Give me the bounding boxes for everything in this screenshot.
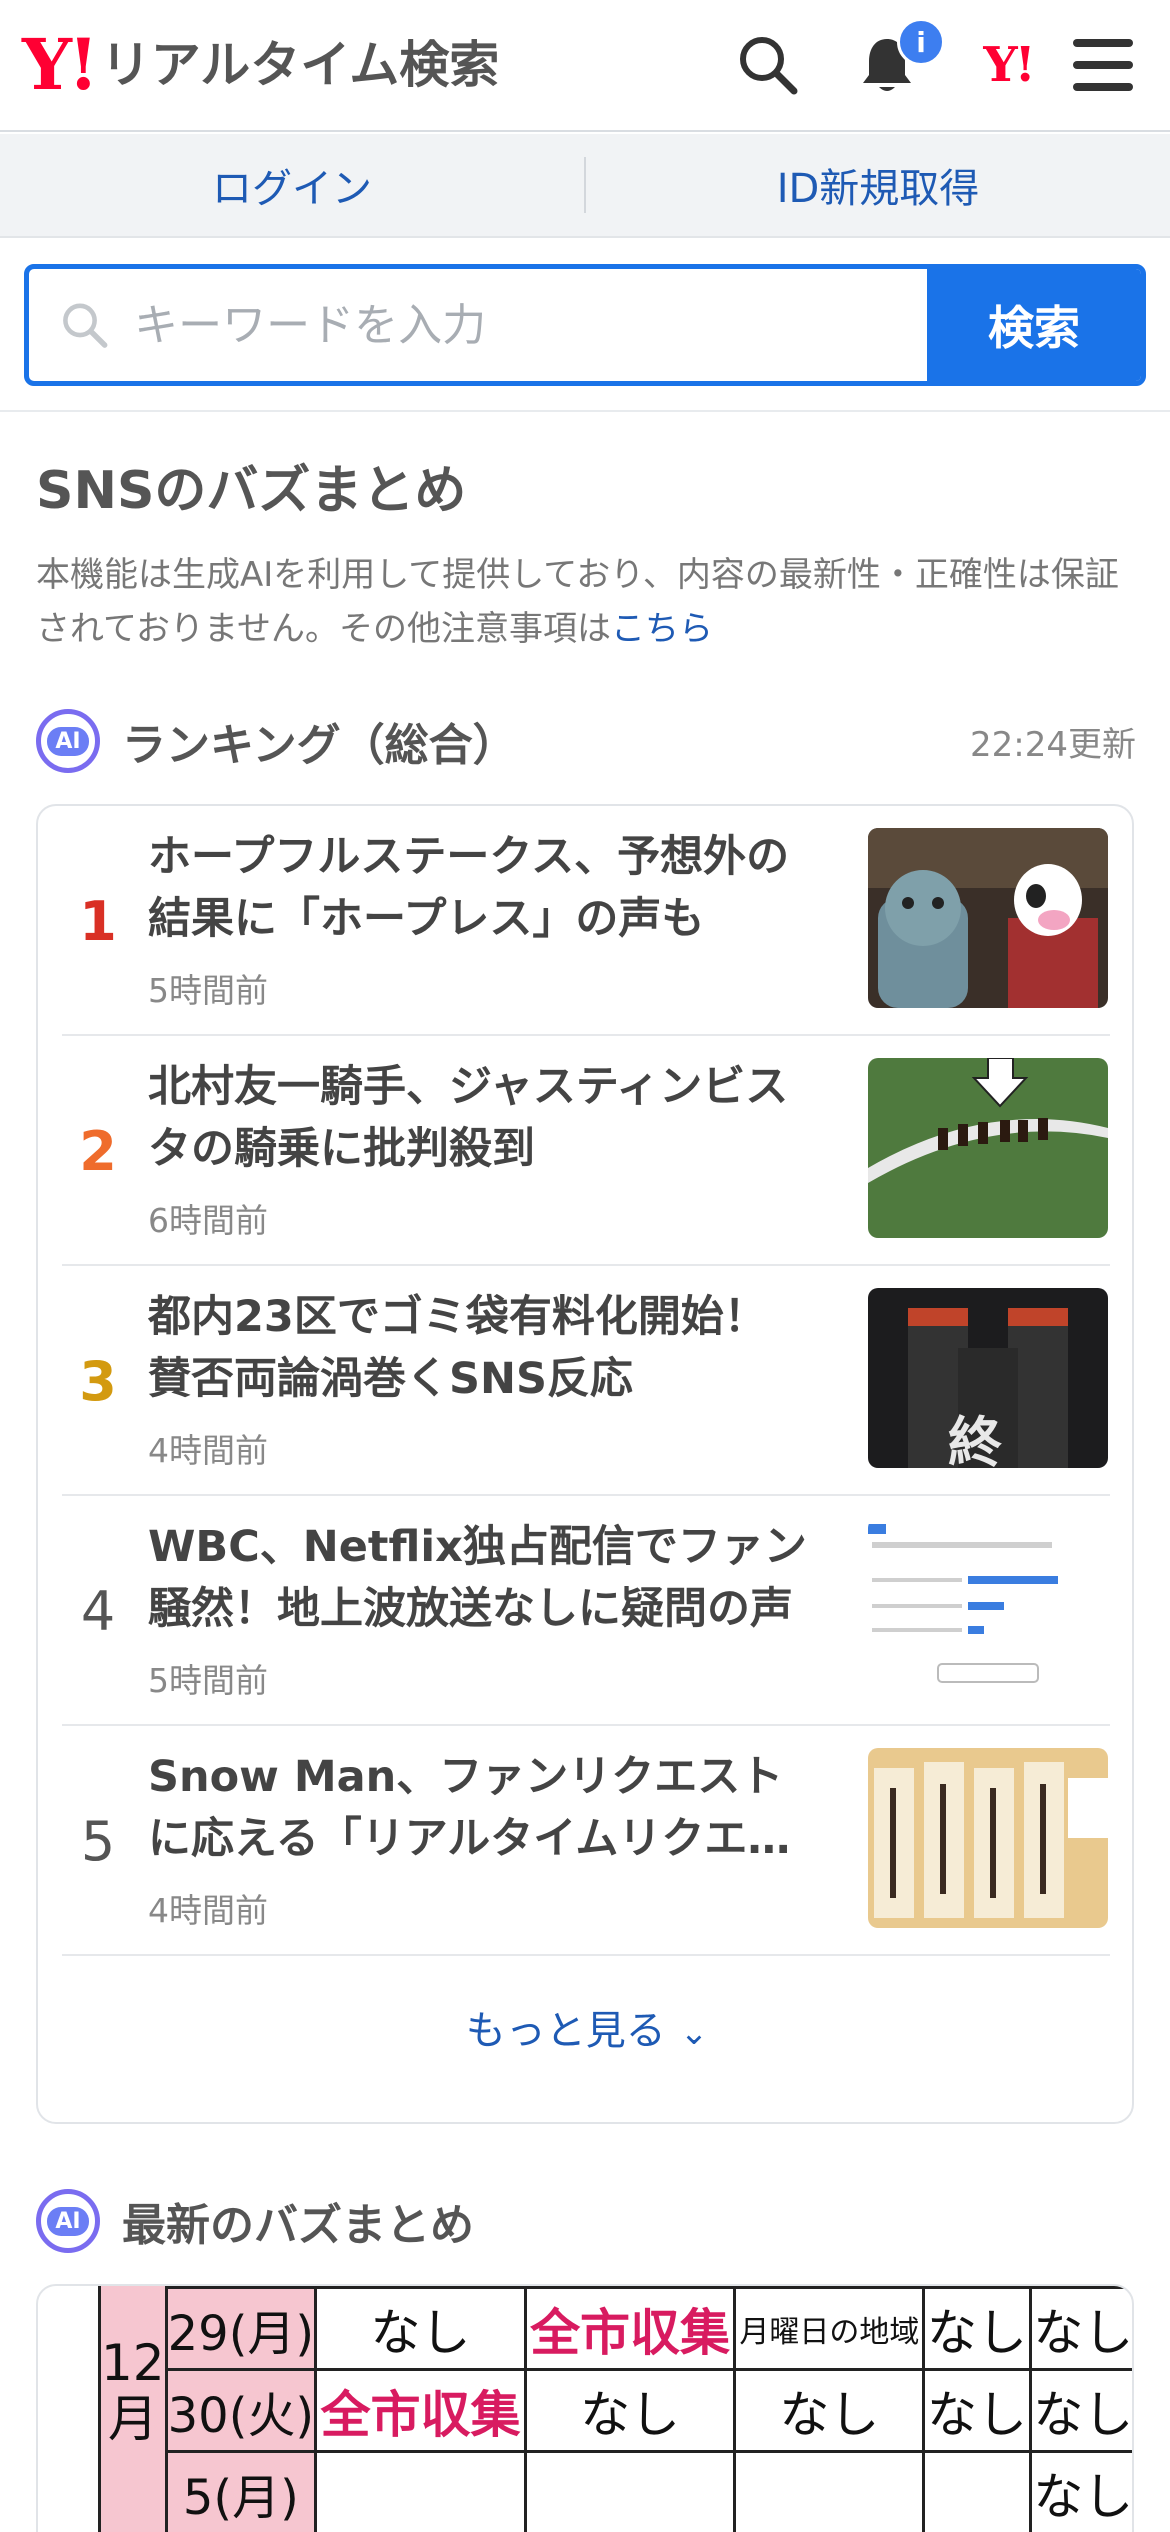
- ranking-item-3[interactable]: 3 都内23区でゴミ袋有料化開始！賛否両論渦巻くSNS反応 4時間前 終: [62, 1266, 1110, 1496]
- bell-icon[interactable]: i: [852, 18, 945, 100]
- app-header: Y! リアルタイム検索 i Y!: [0, 0, 1170, 132]
- ranking-thumbnail[interactable]: [868, 1518, 1108, 1698]
- latest-header: AI 最新のバズまとめ: [36, 2186, 474, 2256]
- ai-icon: AI: [36, 709, 100, 773]
- ai-badge-label: AI: [47, 726, 89, 756]
- show-more-link[interactable]: もっと見る ⌄: [38, 1998, 1136, 2056]
- table-row: 29(月) なし 全市収集 月曜日の地域 なし なし: [100, 2286, 1132, 2371]
- show-more-label: もっと見る: [465, 2008, 666, 2054]
- table-cell: [314, 2450, 527, 2532]
- latest-card[interactable]: 12月 29(月) なし 全市収集 月曜日の地域 なし なし 30(火) 全市収…: [36, 2284, 1134, 2532]
- search-box: 検索: [24, 264, 1146, 386]
- yahoo-japan-icon[interactable]: Y!: [968, 30, 1048, 100]
- table-cell: なし: [733, 2368, 926, 2453]
- table-cell: 全市収集: [314, 2368, 527, 2453]
- ranking-header: AI ランキング（総合） 22:24更新: [36, 706, 1136, 776]
- yahoo-logo-mark: Y!: [22, 23, 99, 106]
- disclaimer-text: 本機能は生成AIを利用して提供しており、内容の最新性・正確性は保証されておりませ…: [36, 555, 1119, 649]
- table-cell: 月曜日の地域: [733, 2286, 926, 2371]
- yahoo-realtime-logo[interactable]: Y! リアルタイム検索: [22, 28, 499, 102]
- table-cell: なし: [1028, 2450, 1132, 2532]
- ranking-headline[interactable]: Snow Man、ファンリクエストに応える「リアルタイムリクエ…: [148, 1746, 808, 1870]
- search-icon[interactable]: [733, 30, 803, 100]
- table-cell: [523, 2450, 737, 2532]
- search-button[interactable]: 検索: [927, 269, 1141, 381]
- month-cell: 12月: [98, 2286, 168, 2532]
- rank-number: 1: [79, 889, 117, 953]
- ranking-headline[interactable]: ホープフルステークス、予想外の結果に「ホープレス」の声も: [148, 826, 808, 950]
- ranking-time: 5時間前: [148, 1661, 268, 1700]
- ranking-time: 6時間前: [148, 1201, 268, 1240]
- register-link[interactable]: ID新規取得: [586, 156, 1170, 214]
- table-row: 30(火) 全市収集 なし なし なし なし: [100, 2368, 1132, 2453]
- ranking-headline[interactable]: WBC、Netflix独占配信でファン騒然！地上波放送なしに疑問の声: [148, 1516, 808, 1640]
- search-input[interactable]: [134, 299, 927, 351]
- ranking-item-2[interactable]: 2 北村友一騎手、ジャスティンビスタの騎乗に批判殺到 6時間前: [62, 1036, 1110, 1266]
- logo-text: リアルタイム検索: [100, 36, 500, 94]
- disclaimer: 本機能は生成AIを利用して提供しており、内容の最新性・正確性は保証されておりませ…: [36, 548, 1136, 656]
- ranking-headline[interactable]: 北村友一騎手、ジャスティンビスタの騎乗に批判殺到: [148, 1056, 808, 1180]
- search-field-icon: [63, 303, 108, 348]
- rank-number: 5: [80, 1809, 116, 1873]
- ranking-updated-time: 22:24更新: [970, 724, 1136, 765]
- table-cell: なし: [523, 2368, 737, 2453]
- rank-number: 2: [79, 1119, 117, 1183]
- ranking-title: ランキング（総合）: [122, 720, 517, 771]
- ranking-time: 4時間前: [148, 1891, 268, 1930]
- auth-bar: ログイン ID新規取得: [0, 134, 1170, 238]
- notification-badge: i: [897, 18, 945, 66]
- ranking-headline[interactable]: 都内23区でゴミ袋有料化開始！賛否両論渦巻くSNS反応: [148, 1286, 808, 1410]
- yj-mark: Y!: [983, 37, 1035, 93]
- ranking-card: 1 ホープフルステークス、予想外の結果に「ホープレス」の声も 5時間前 2 北村…: [36, 804, 1134, 2124]
- login-link[interactable]: ログイン: [0, 156, 584, 214]
- table-cell: なし: [922, 2368, 1032, 2453]
- day-cell: 30(火): [164, 2368, 318, 2453]
- page-title: SNSのバズまとめ: [36, 461, 467, 521]
- ranking-thumbnail[interactable]: [868, 1058, 1108, 1238]
- ranking-thumbnail[interactable]: [868, 828, 1108, 1008]
- schedule-table-image: 12月 29(月) なし 全市収集 月曜日の地域 なし なし 30(火) 全市収…: [98, 2286, 1132, 2532]
- table-cell: なし: [1028, 2286, 1132, 2371]
- ranking-item-1[interactable]: 1 ホープフルステークス、予想外の結果に「ホープレス」の声も 5時間前: [62, 806, 1110, 1036]
- menu-icon[interactable]: [1068, 30, 1138, 100]
- rank-number: 4: [80, 1579, 116, 1643]
- section-divider: [0, 410, 1170, 412]
- table-cell: なし: [314, 2286, 527, 2371]
- day-cell: 5(月): [164, 2450, 318, 2532]
- table-cell: [922, 2450, 1032, 2532]
- ranking-thumbnail[interactable]: 終: [868, 1288, 1108, 1468]
- thumbnail-overlay-text: 終: [948, 1411, 1002, 1468]
- ai-badge-label: AI: [47, 2206, 89, 2236]
- table-cell: 全市収集: [523, 2286, 737, 2371]
- ranking-time: 4時間前: [148, 1431, 268, 1470]
- table-cell: [733, 2450, 926, 2532]
- rank-number: 3: [79, 1349, 117, 1413]
- chevron-down-icon: ⌄: [679, 2013, 709, 2053]
- ranking-item-5[interactable]: 5 Snow Man、ファンリクエストに応える「リアルタイムリクエ… 4時間前: [62, 1726, 1110, 1956]
- ranking-item-4[interactable]: 4 WBC、Netflix独占配信でファン騒然！地上波放送なしに疑問の声 5時間…: [62, 1496, 1110, 1726]
- ranking-time: 5時間前: [148, 971, 268, 1010]
- latest-title: 最新のバズまとめ: [122, 2200, 474, 2251]
- table-cell: なし: [1028, 2368, 1132, 2453]
- ai-icon: AI: [36, 2189, 100, 2253]
- day-cell: 29(月): [164, 2286, 318, 2371]
- search-field: [29, 269, 927, 381]
- table-cell: なし: [922, 2286, 1032, 2371]
- disclaimer-link[interactable]: こちら: [611, 609, 713, 649]
- ranking-thumbnail[interactable]: [868, 1748, 1108, 1928]
- table-row: 5(月) なし: [100, 2450, 1132, 2532]
